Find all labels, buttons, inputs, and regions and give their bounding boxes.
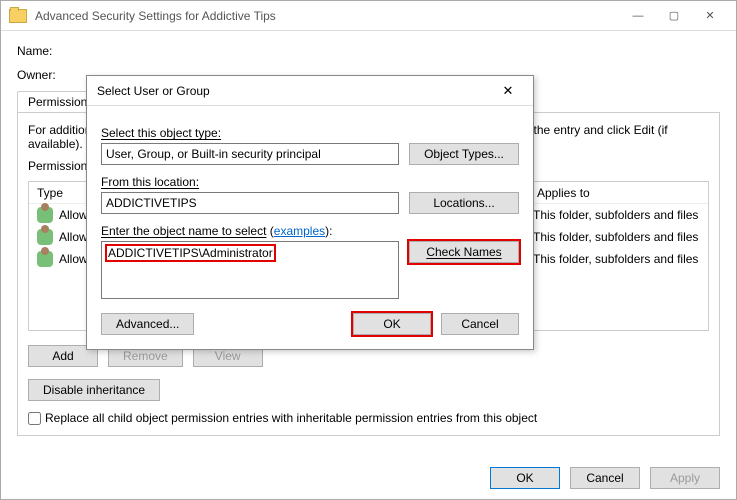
dialog-title: Select User or Group [97,84,493,98]
object-type-label: Select this object type: [101,126,221,140]
user-icon [37,229,53,245]
col-applies[interactable]: Applies to [529,186,699,200]
col-type[interactable]: Type [29,186,84,200]
row-applies: This folder, subfolders and files [533,208,708,222]
object-type-input[interactable] [101,143,399,165]
object-name-value-highlight: ADDICTIVETIPS\Administrator [105,244,276,262]
user-icon [37,251,53,267]
close-icon[interactable]: ✕ [493,78,523,104]
check-names-button[interactable]: Check Names [409,241,519,263]
name-label: Name: [17,44,67,58]
ok-button[interactable]: OK [490,467,560,489]
titlebar: Advanced Security Settings for Addictive… [1,1,736,31]
replace-child-label: Replace all child object permission entr… [45,411,537,425]
minimize-button[interactable]: — [620,2,656,30]
location-label: From this location: [101,175,199,189]
dialog-cancel-button[interactable]: Cancel [441,313,519,335]
folder-icon [9,9,27,23]
footer-buttons: OK Cancel Apply [490,467,720,489]
disable-inheritance-button[interactable]: Disable inheritance [28,379,160,401]
window-body: Name: Owner: Permissions For additional … [1,31,736,499]
dialog-ok-button[interactable]: OK [353,313,431,335]
dialog-titlebar: Select User or Group ✕ [87,76,533,106]
maximize-button[interactable]: ▢ [656,2,692,30]
apply-button[interactable]: Apply [650,467,720,489]
close-button[interactable]: ✕ [692,2,728,30]
owner-label: Owner: [17,68,67,82]
object-types-button[interactable]: Object Types... [409,143,519,165]
object-name-field[interactable]: ADDICTIVETIPS\Administrator [101,241,399,299]
window-title: Advanced Security Settings for Addictive… [35,9,620,23]
location-input[interactable] [101,192,399,214]
select-user-group-dialog: Select User or Group ✕ Select this objec… [86,75,534,350]
advanced-button[interactable]: Advanced... [101,313,194,335]
examples-link[interactable]: examples [274,224,325,238]
replace-child-checkbox[interactable] [28,412,41,425]
cancel-button[interactable]: Cancel [570,467,640,489]
advanced-security-window: Advanced Security Settings for Addictive… [0,0,737,500]
object-name-label: Enter the object name to select [101,224,266,238]
row-applies: This folder, subfolders and files [533,252,708,266]
locations-button[interactable]: Locations... [409,192,519,214]
window-controls: — ▢ ✕ [620,2,728,30]
user-icon [37,207,53,223]
row-applies: This folder, subfolders and files [533,230,708,244]
